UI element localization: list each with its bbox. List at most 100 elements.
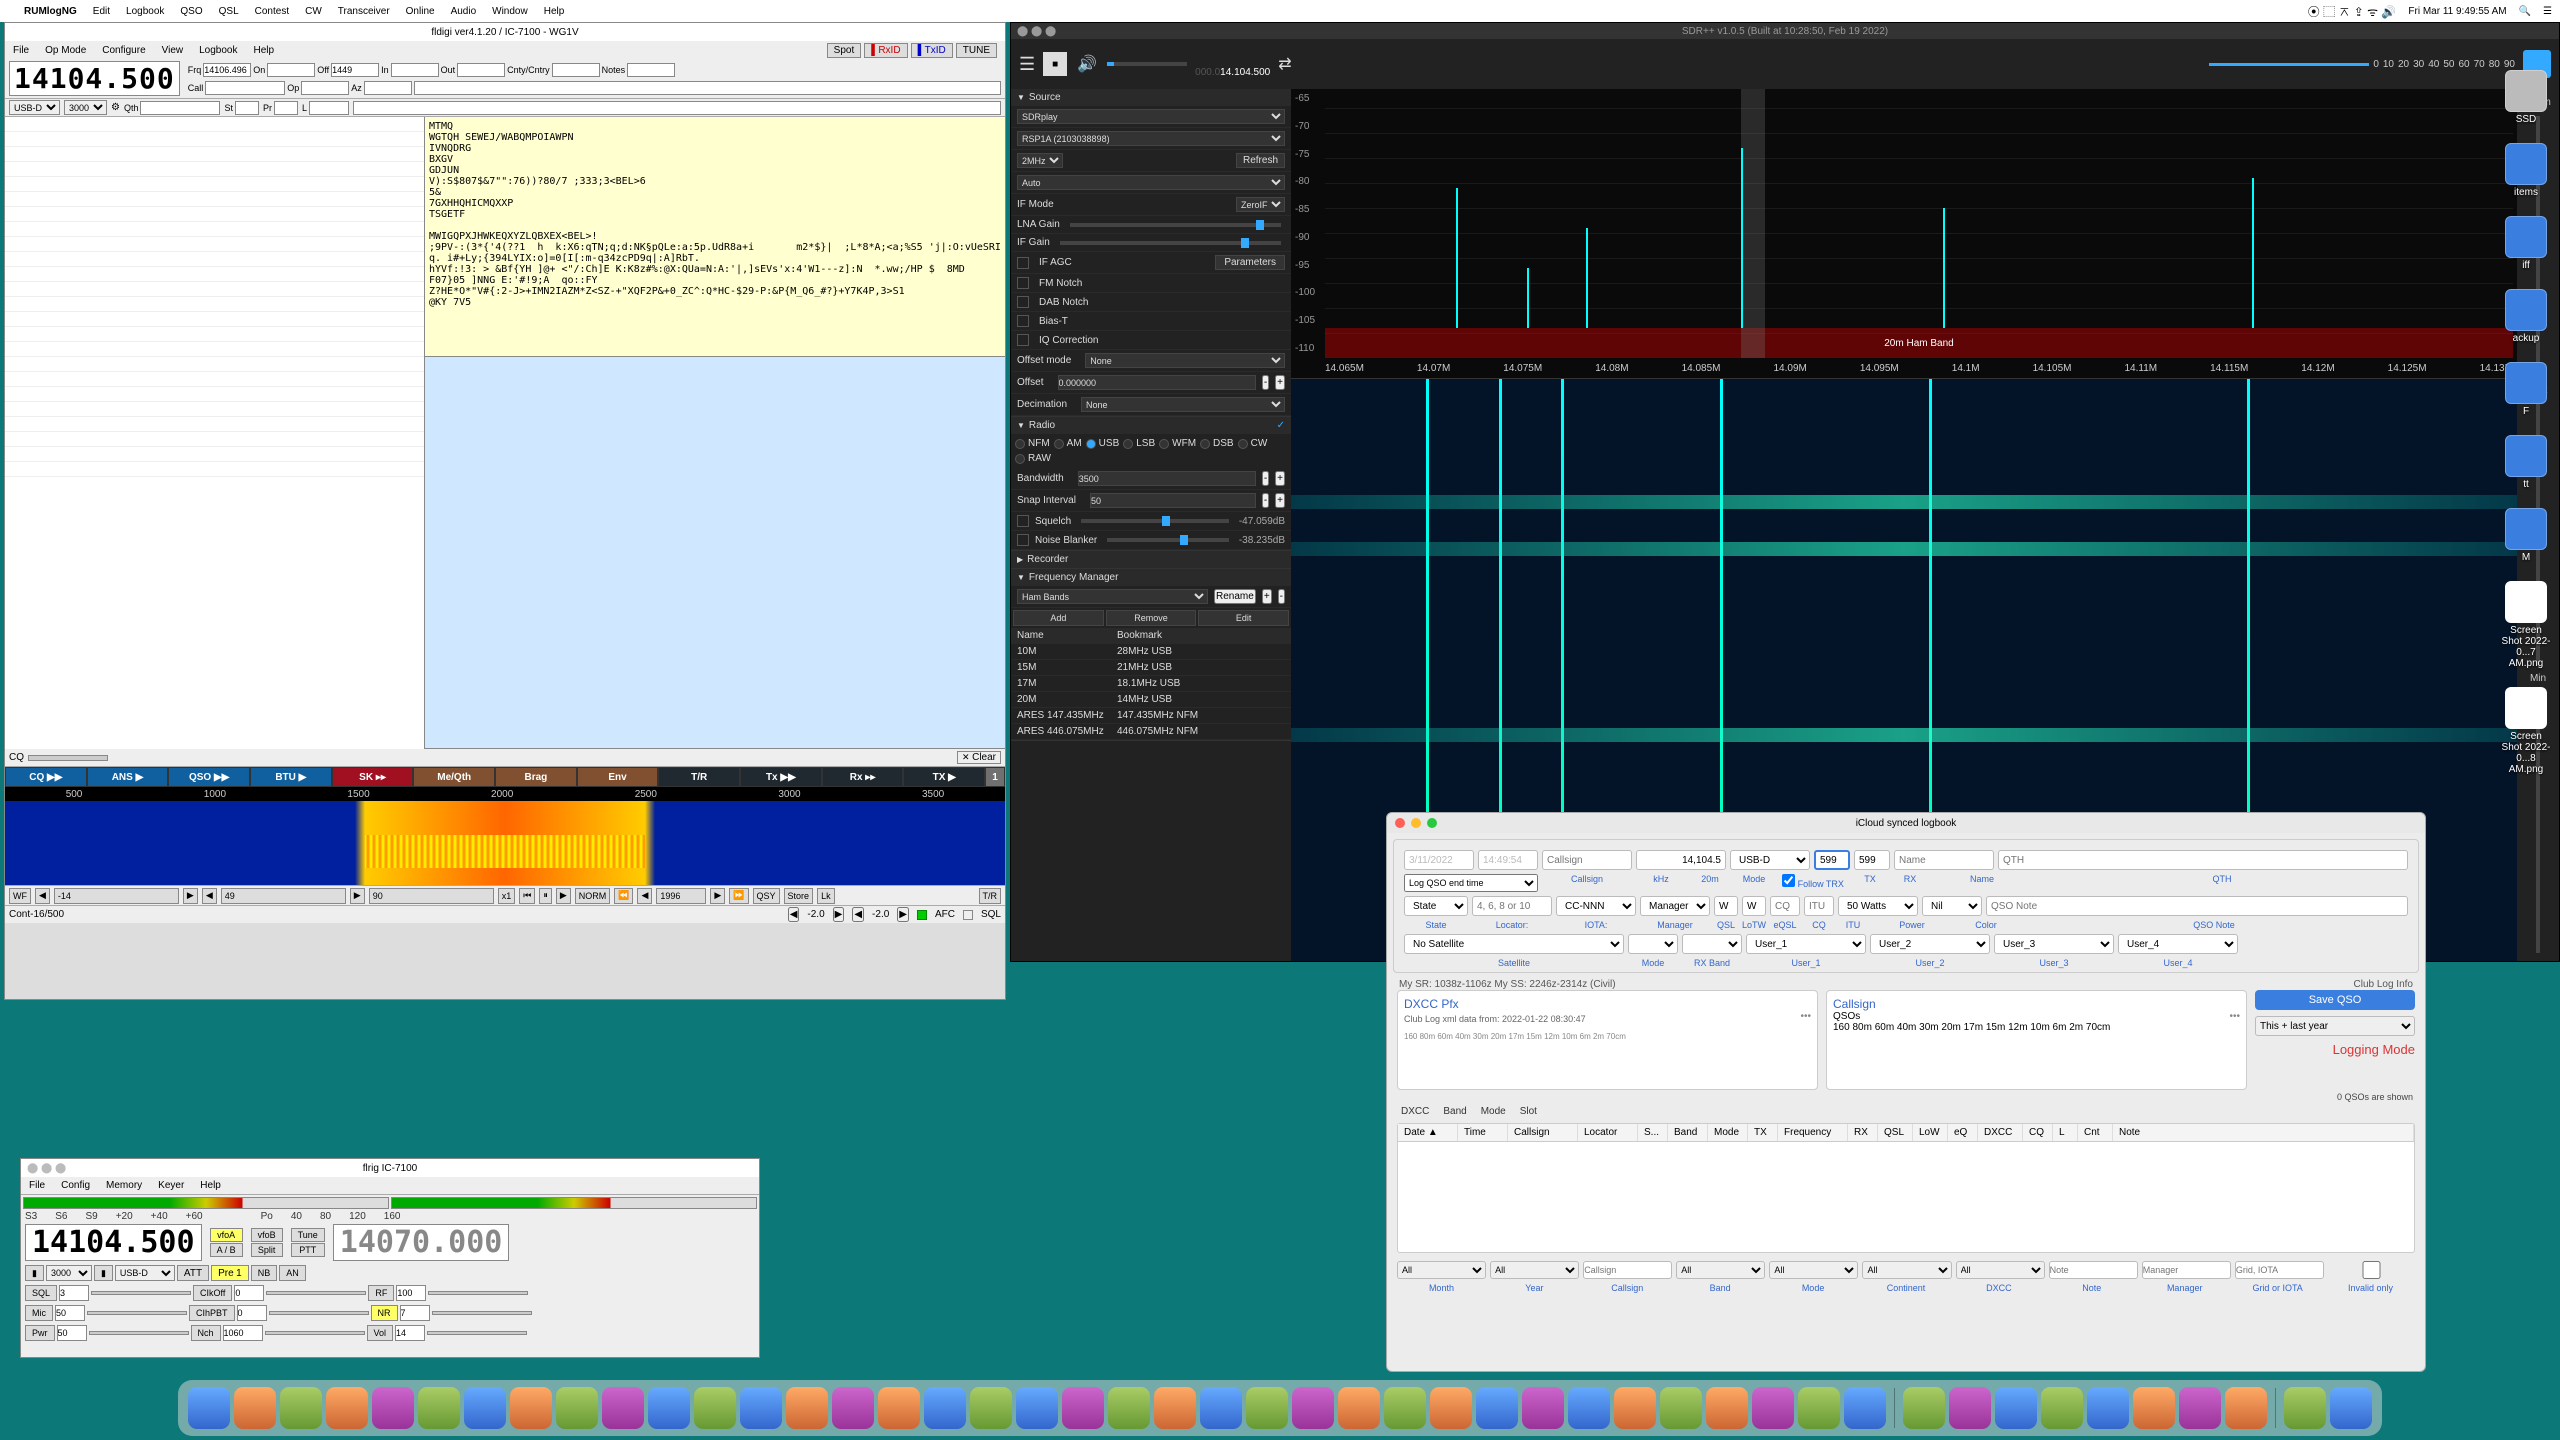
wf-norm[interactable]: NORM [575, 888, 611, 904]
lna-slider[interactable] [1070, 223, 1281, 227]
f-note[interactable] [2049, 1261, 2138, 1279]
vol-val[interactable] [395, 1325, 425, 1341]
edit-button[interactable]: Edit [1198, 610, 1289, 626]
menu-window[interactable]: Window [492, 6, 528, 17]
desktop-item[interactable]: SSD [2500, 70, 2552, 125]
vfob-button[interactable]: vfoB [251, 1228, 283, 1242]
menu-cw[interactable]: CW [305, 6, 322, 17]
source-select[interactable]: SDRplay [1017, 109, 1285, 124]
dock-app[interactable] [1338, 1387, 1380, 1429]
dock-downloads[interactable] [2284, 1387, 2326, 1429]
f-manager[interactable] [2142, 1261, 2231, 1279]
op-input[interactable] [301, 81, 349, 95]
wf-store[interactable]: Store [784, 888, 814, 904]
dock-app[interactable] [878, 1387, 920, 1429]
dock-app[interactable] [1246, 1387, 1288, 1429]
satellite-select[interactable]: No Satellite [1404, 934, 1624, 954]
wf-qsy[interactable]: QSY [753, 888, 780, 904]
dock-app[interactable] [602, 1387, 644, 1429]
flrig-menu-keyer[interactable]: Keyer [158, 1180, 184, 1191]
menu-edit[interactable]: Edit [93, 6, 110, 17]
extra-input-2[interactable] [353, 101, 1001, 115]
wf-right2[interactable]: ▶ [350, 888, 365, 904]
bw-dec[interactable]: - [1262, 471, 1269, 486]
offset-input[interactable] [1058, 375, 1256, 390]
mode-dsb[interactable]: DSB [1200, 438, 1234, 449]
qso-table[interactable]: Date ▲ Time Callsign Locator S... Band M… [1397, 1123, 2415, 1253]
dock-trash[interactable] [2330, 1387, 2372, 1429]
pwr-button[interactable]: Pwr [25, 1325, 55, 1341]
pre-button[interactable]: Pre 1 [211, 1265, 249, 1281]
state-select[interactable]: State [1404, 896, 1468, 916]
sb-right[interactable]: ▶ [833, 907, 845, 922]
vol-slider[interactable] [427, 1331, 527, 1335]
mode-lsb[interactable]: LSB [1123, 438, 1155, 449]
follow-trx-checkbox[interactable] [1782, 874, 1795, 887]
pr-input[interactable] [274, 101, 298, 115]
in-input[interactable] [391, 63, 439, 77]
dock-app[interactable] [510, 1387, 552, 1429]
flrig-menu-memory[interactable]: Memory [106, 1180, 142, 1191]
more-icon[interactable]: ••• [2229, 1011, 2240, 1022]
qth-input[interactable] [1998, 850, 2408, 870]
fldigi-menu-opmode[interactable]: Op Mode [45, 45, 86, 56]
menu-audio[interactable]: Audio [451, 6, 477, 17]
mode-sel[interactable]: USB-D [115, 1265, 175, 1281]
dock-app[interactable] [1660, 1387, 1702, 1429]
range-select[interactable]: This + last year [2255, 1016, 2415, 1036]
offmode-select[interactable]: None [1085, 353, 1285, 368]
mode-select[interactable]: USB-D [1730, 850, 1810, 870]
snap-dec[interactable]: - [1262, 493, 1269, 508]
rx-band[interactable] [1682, 934, 1742, 954]
freqman-section[interactable]: ▼Frequency Manager [1011, 569, 1291, 586]
wf-level1[interactable] [54, 888, 179, 904]
fldigi-menu-view[interactable]: View [162, 45, 184, 56]
mic-button[interactable]: Mic [25, 1305, 53, 1321]
dock-app[interactable] [1384, 1387, 1426, 1429]
macro-brag[interactable]: Brag [495, 767, 577, 787]
dock-app[interactable] [1430, 1387, 1472, 1429]
biast-checkbox[interactable] [1017, 315, 1029, 327]
dock-app[interactable] [464, 1387, 506, 1429]
offset-inc[interactable]: + [1275, 375, 1285, 390]
wf-lk[interactable]: Lk [817, 888, 835, 904]
recorder-section[interactable]: ▶Recorder [1011, 551, 1291, 568]
swap-icon[interactable]: ⇄ [1278, 54, 1291, 74]
spotlight-icon[interactable]: 🔍 [2519, 6, 2531, 17]
f-mode[interactable]: All [1769, 1261, 1858, 1279]
macro-meqth[interactable]: Me/Qth [413, 767, 495, 787]
user4[interactable]: User_4 [2118, 934, 2238, 954]
macro-tx2[interactable]: TX ▶ [903, 767, 985, 787]
macro-tr[interactable]: T/R [658, 767, 740, 787]
pwr-slider[interactable] [89, 1331, 189, 1335]
dock-app[interactable] [1798, 1387, 1840, 1429]
clkoff-slider[interactable] [266, 1291, 366, 1295]
stop-button[interactable]: ■ [1043, 52, 1067, 76]
nb-slider[interactable] [1107, 538, 1229, 542]
dock-app[interactable] [1706, 1387, 1748, 1429]
add-list[interactable]: + [1262, 589, 1272, 604]
del-list[interactable]: - [1278, 589, 1285, 604]
add-button[interactable]: Add [1013, 610, 1104, 626]
more-icon[interactable]: ••• [1800, 1011, 1811, 1022]
zoom-icon[interactable] [1427, 818, 1437, 828]
macro-qso[interactable]: QSO ▶▶ [168, 767, 250, 787]
dock-app[interactable] [1016, 1387, 1058, 1429]
dock-app[interactable] [1752, 1387, 1794, 1429]
dock-app[interactable] [1903, 1387, 1945, 1429]
macro-cq[interactable]: CQ ▶▶ [5, 767, 87, 787]
dock-app[interactable] [1292, 1387, 1334, 1429]
frq-input[interactable] [203, 63, 251, 77]
tx-text-pane[interactable] [425, 357, 1005, 749]
vfob-display[interactable]: 14070.000 [333, 1224, 510, 1261]
mode-cw[interactable]: CW [1238, 438, 1268, 449]
menu-logbook[interactable]: Logbook [126, 6, 164, 17]
dock-app[interactable] [1568, 1387, 1610, 1429]
menu-qso[interactable]: QSO [180, 6, 202, 17]
squelch-slider[interactable] [1081, 519, 1229, 523]
dock-app[interactable] [1614, 1387, 1656, 1429]
bw-inc[interactable]: + [1275, 471, 1285, 486]
menu-contest[interactable]: Contest [255, 6, 289, 17]
fldigi-menu-help[interactable]: Help [254, 45, 275, 56]
auto-select[interactable]: Auto [1017, 175, 1285, 190]
